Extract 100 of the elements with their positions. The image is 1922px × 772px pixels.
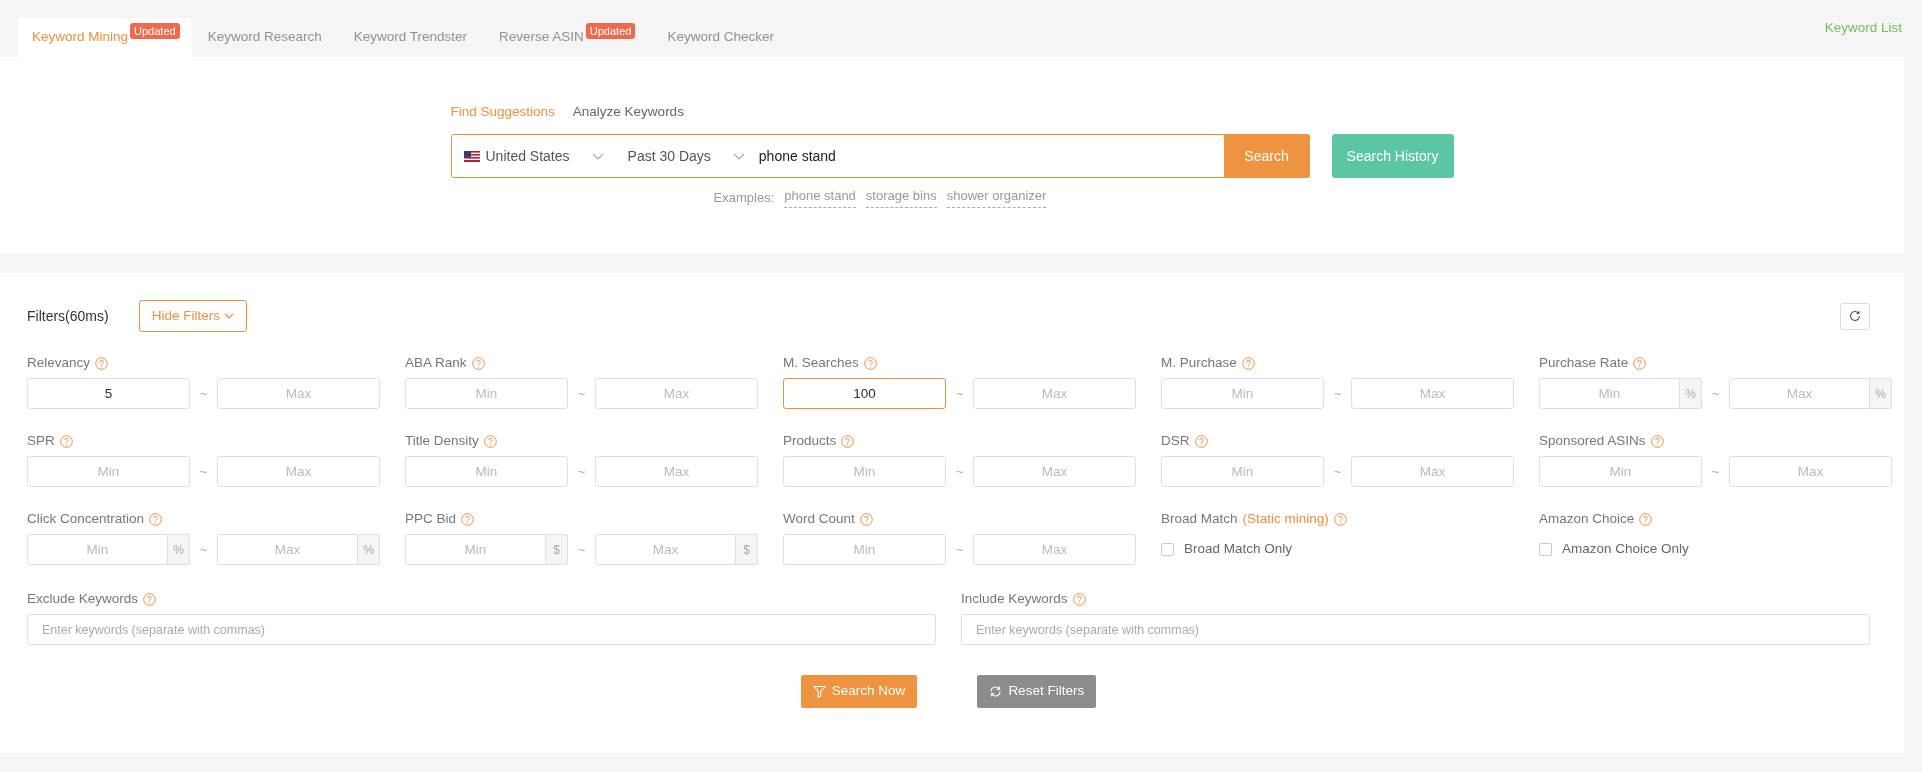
filter-label: Click Concentration [27,510,145,529]
number-field[interactable]: Min [27,456,190,487]
reset-icon [989,685,1003,698]
hide-filters-button[interactable]: Hide Filters [138,300,247,332]
chevron-down-icon [591,152,604,160]
help-icon [1639,513,1653,526]
filter-label: Include Keywords [961,590,1068,609]
help-icon [461,513,475,526]
unit-addon: % [1680,378,1702,409]
number-field[interactable]: Min [405,534,546,565]
help-icon [1194,435,1208,448]
filter-label: SPR [27,432,55,451]
number-field[interactable]: Min [405,378,568,409]
search-now-button[interactable]: Search Now [800,675,918,708]
filter-label: Purchase Rate [1539,354,1629,373]
number-field[interactable]: 100 [783,378,946,409]
checkbox-option[interactable]: Broad Match Only [1161,534,1514,565]
help-icon [863,357,877,370]
chevron-down-icon [732,152,745,160]
chevron-down-icon [223,313,234,320]
number-field[interactable]: Max [1729,456,1892,487]
help-icon [471,357,485,370]
tab[interactable]: Keyword Mining Updated [18,18,192,57]
number-field[interactable]: Max [217,456,380,487]
range-separator: ~ [954,540,965,559]
number-field[interactable]: Max [217,534,358,565]
number-field[interactable]: Min [1539,378,1680,409]
filter-icon [812,685,826,698]
range-separator: ~ [576,540,587,559]
unit-addon: % [168,534,190,565]
filter-label: Sponsored ASINs [1539,432,1646,451]
help-icon [59,435,73,448]
number-field[interactable]: Max [1351,378,1514,409]
number-field[interactable]: Max [973,534,1136,565]
period-select[interactable]: Past 30 Days [615,145,757,167]
filter-label: DSR [1161,432,1190,451]
number-field[interactable]: Max [217,378,380,409]
range-separator: ~ [954,462,965,481]
help-icon [859,513,873,526]
refresh-button[interactable] [1840,302,1870,330]
example-link[interactable]: storage bins [865,188,937,208]
range-separator: ~ [576,384,587,403]
range-separator: ~ [1332,384,1343,403]
range-separator: ~ [954,384,965,403]
filter-label: Exclude Keywords [27,590,139,609]
number-field[interactable]: 5 [27,378,190,409]
example-link[interactable]: shower organizer [946,188,1047,208]
help-icon [1072,593,1086,606]
search-field[interactable]: United States Past 30 Days phone stand Search [450,134,1310,179]
keywords-input[interactable]: Enter keywords (separate with commas) [961,614,1870,645]
number-field[interactable]: Max [595,534,736,565]
help-icon [1650,435,1664,448]
reset-filters-button[interactable]: Reset Filters [977,675,1097,708]
refresh-icon [1849,310,1861,322]
number-field[interactable]: Max [973,378,1136,409]
help-icon [95,357,109,370]
checkbox[interactable] [1161,543,1174,556]
flag-icon [463,150,480,162]
search-mode-tab[interactable]: Analyze Keywords [572,102,694,123]
country-select[interactable]: United States [451,145,616,167]
search-button[interactable]: Search [1223,134,1310,179]
filter-label: Word Count [783,510,855,529]
keywords-input[interactable]: Enter keywords (separate with commas) [27,614,936,645]
number-field[interactable]: Max [973,456,1136,487]
unit-addon: % [1870,378,1892,409]
number-field[interactable]: Min [783,456,946,487]
number-field[interactable]: Min [783,534,946,565]
number-field[interactable]: Min [1161,378,1324,409]
filter-label: PPC Bid [405,510,457,529]
number-field[interactable]: Min [1539,456,1702,487]
help-icon [1241,357,1255,370]
filter-label: Amazon Choice [1539,510,1635,529]
number-field[interactable]: Max [595,456,758,487]
tab[interactable]: Reverse ASIN Updated [483,18,652,57]
filter-label: ABA Rank [405,354,467,373]
help-icon [841,435,855,448]
filters-title: Filters(60ms) [27,306,109,326]
keyword-list-link[interactable]: Keyword List [1824,18,1902,39]
updated-badge: Updated [585,23,636,39]
checkbox[interactable] [1539,543,1552,556]
tab[interactable]: Keyword Trendster [337,18,483,57]
help-icon [143,593,157,606]
number-field[interactable]: Max [1729,378,1870,409]
checkbox-option[interactable]: Amazon Choice Only [1539,534,1892,565]
number-field[interactable]: Min [405,456,568,487]
unit-addon: % [358,534,380,565]
number-field[interactable]: Min [27,534,168,565]
number-field[interactable]: Max [595,378,758,409]
range-separator: ~ [576,462,587,481]
filter-label: M. Searches [783,354,859,373]
search-history-button[interactable]: Search History [1331,134,1454,179]
number-field[interactable]: Min [1161,456,1324,487]
example-link[interactable]: phone stand [784,188,856,208]
number-field[interactable]: Max [1351,456,1514,487]
unit-addon: $ [546,534,568,565]
updated-badge: Updated [130,23,180,39]
filter-note: (Static mining) [1242,510,1329,529]
tab[interactable]: Keyword Checker [651,18,790,57]
tab[interactable]: Keyword Research [191,18,338,57]
search-mode-tab[interactable]: Find Suggestions [450,102,565,123]
